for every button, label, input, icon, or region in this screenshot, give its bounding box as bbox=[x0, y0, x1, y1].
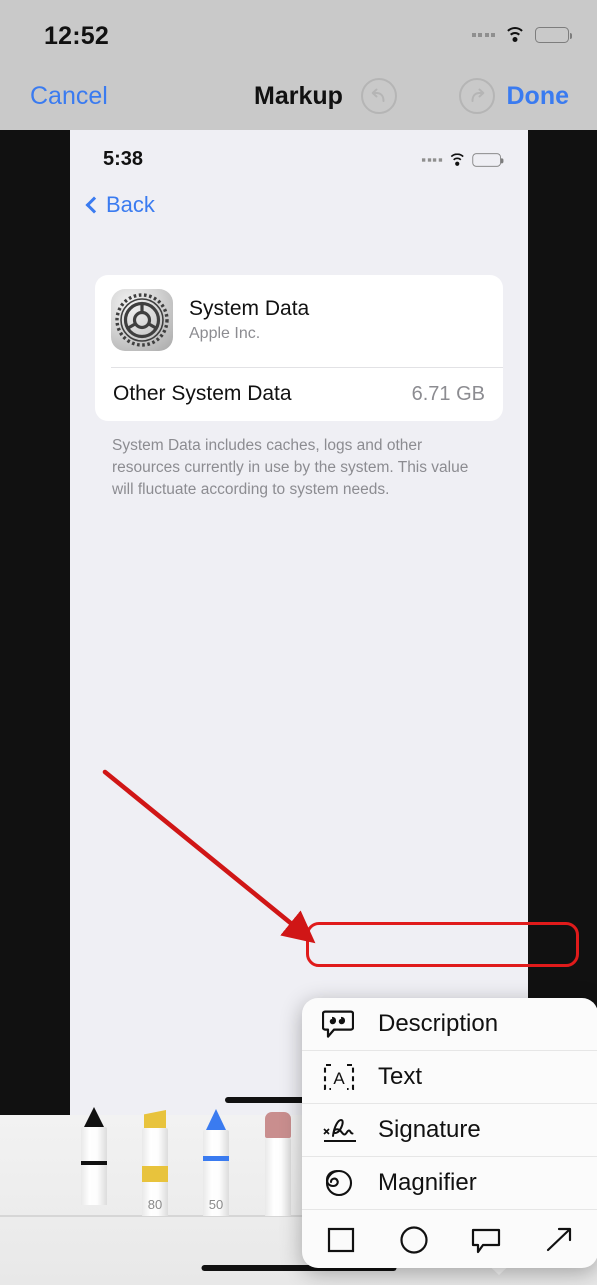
red-pointer-arrow bbox=[102, 769, 316, 944]
